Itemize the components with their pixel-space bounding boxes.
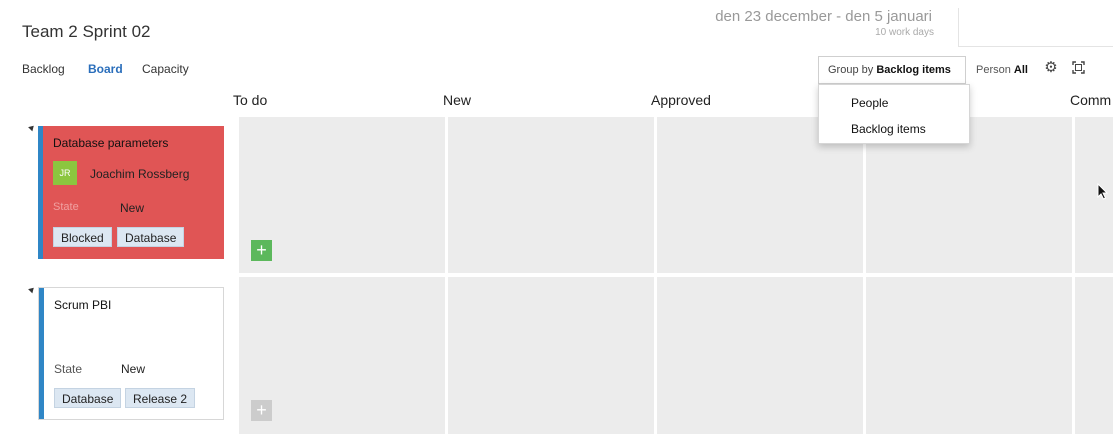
card-state-value[interactable]: New [121, 362, 145, 376]
page-title: Team 2 Sprint 02 [22, 22, 151, 41]
gear-icon[interactable]: ⚙ [1043, 60, 1059, 76]
person-label: Person [976, 64, 1011, 76]
column-header-approved: Approved [651, 92, 711, 108]
card-color-bar [38, 126, 43, 259]
column-header-todo: To do [233, 92, 268, 108]
mouse-cursor-icon [1097, 182, 1109, 205]
header-blank-panel [958, 8, 1113, 47]
column-header-new: New [443, 92, 472, 108]
add-task-button[interactable]: + [251, 240, 272, 261]
tag-database[interactable]: Database [54, 388, 122, 408]
fullscreen-icon[interactable] [1072, 61, 1085, 74]
card-state-value[interactable]: New [120, 201, 144, 215]
board-cell[interactable] [1075, 277, 1113, 434]
group-by-dropdown[interactable]: Group by Backlog items [818, 56, 966, 84]
tab-capacity[interactable]: Capacity [142, 62, 189, 76]
tab-backlog[interactable]: Backlog [22, 62, 65, 76]
menu-item-backlog-items[interactable]: Backlog items [851, 122, 926, 136]
backlog-item-card[interactable]: Scrum PBI State New Database Release 2 [38, 287, 224, 420]
tab-board[interactable]: Board [88, 62, 123, 76]
board-cell[interactable] [657, 277, 863, 434]
person-filter[interactable]: Person All [976, 64, 1028, 76]
menu-item-people[interactable]: People [851, 96, 888, 110]
add-task-button[interactable]: + [251, 400, 272, 421]
column-header-comm: Comm [1070, 92, 1112, 108]
collapse-row-icon[interactable] [28, 123, 36, 132]
board-cell[interactable] [448, 117, 654, 273]
backlog-item-card[interactable]: Database parameters JR Joachim Rossberg … [38, 126, 224, 259]
collapse-row-icon[interactable] [28, 285, 36, 294]
card-state-label: State [54, 362, 83, 376]
sprint-work-days: 10 work days [875, 27, 934, 38]
person-value: All [1013, 64, 1028, 76]
card-title: Scrum PBI [54, 298, 112, 312]
card-state-label: State [53, 201, 79, 213]
card-color-bar [39, 288, 44, 419]
sprint-date-range: den 23 december - den 5 januari [715, 8, 932, 25]
tag-blocked[interactable]: Blocked [53, 227, 112, 247]
card-title: Database parameters [53, 136, 169, 150]
avatar: JR [53, 161, 77, 185]
board-cell[interactable] [866, 277, 1072, 434]
tag-release-2[interactable]: Release 2 [125, 388, 196, 408]
board-cell[interactable] [448, 277, 654, 434]
group-by-menu: People Backlog items [818, 84, 970, 144]
card-assignee[interactable]: Joachim Rossberg [90, 167, 189, 181]
tag-database[interactable]: Database [117, 227, 185, 247]
group-by-label: Group by [828, 64, 874, 76]
group-by-value: Backlog items [876, 64, 951, 76]
